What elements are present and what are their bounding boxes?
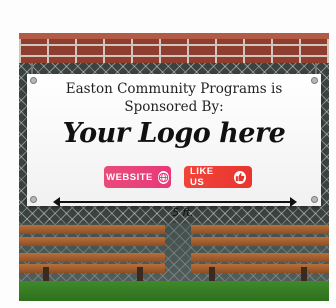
bench-slat — [19, 237, 165, 246]
website-button-label: WEBSITE — [106, 171, 153, 183]
image-frame: Easton Community Programs is Sponsored B… — [0, 0, 336, 308]
width-dimension-label: 5 ft. — [172, 207, 194, 219]
fence-scene: Easton Community Programs is Sponsored B… — [19, 33, 329, 301]
bench-slat — [191, 237, 329, 246]
bench-slat — [19, 225, 165, 234]
grommet — [311, 196, 318, 203]
bench-right — [191, 225, 329, 291]
arrow-right-icon — [290, 197, 297, 207]
like-us-button-label: LIKE US — [190, 166, 214, 188]
banner-heading-line2: Sponsored By: — [124, 99, 224, 115]
bench-slat — [191, 225, 329, 234]
width-dimension-arrow — [53, 197, 297, 207]
grass — [19, 281, 329, 301]
thumbs-up-icon — [233, 170, 246, 184]
dimension-line — [55, 201, 295, 203]
like-us-button[interactable]: LIKE US — [184, 166, 252, 188]
bench-slat — [191, 253, 329, 262]
banner-heading-line1: Easton Community Programs is — [65, 81, 283, 97]
logo-placeholder-text: Your Logo here — [62, 118, 286, 149]
grommet — [30, 196, 37, 203]
website-button[interactable]: WEBSITE — [104, 166, 171, 188]
bench-slat — [19, 264, 165, 273]
bench-left — [19, 225, 165, 291]
bench-slat — [19, 253, 165, 262]
globe-icon — [157, 170, 169, 184]
sponsor-banner: Easton Community Programs is Sponsored B… — [27, 74, 321, 206]
brick-wall-cap — [19, 33, 329, 39]
